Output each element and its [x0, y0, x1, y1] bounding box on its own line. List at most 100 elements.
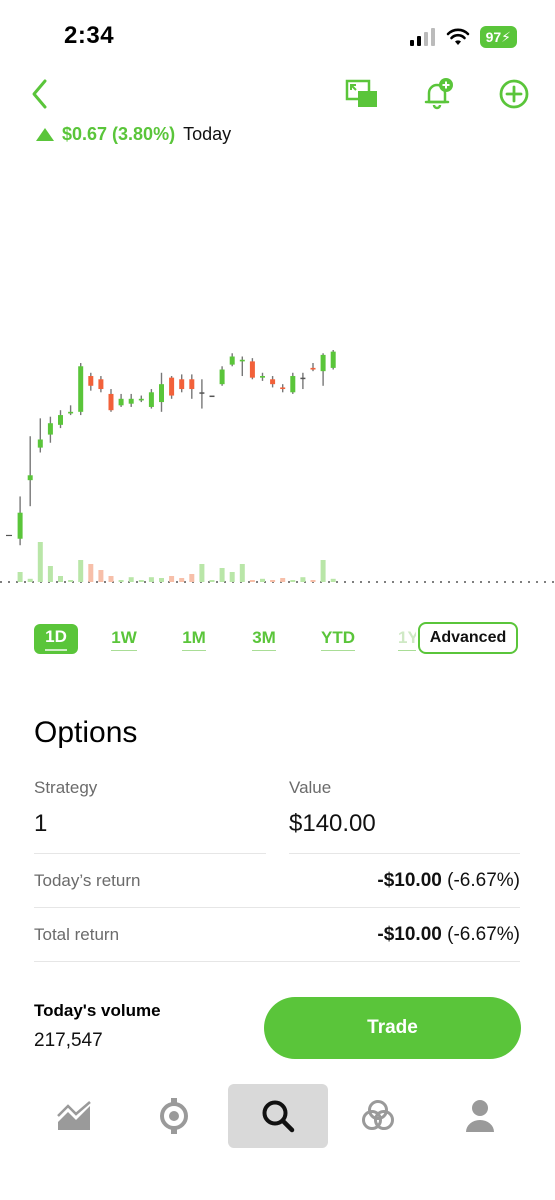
price-change-amount: $0.67 (3.80%) [62, 124, 176, 144]
wifi-icon [446, 28, 469, 45]
nav-bar [0, 72, 555, 122]
range-1y[interactable]: 1Y [398, 624, 416, 654]
volume-bar [249, 580, 255, 582]
up-arrow-icon [36, 128, 54, 141]
candle-body [260, 376, 265, 378]
battery-indicator: 97⚡ [479, 26, 517, 48]
volume-bar [47, 566, 53, 582]
candle-body [17, 512, 23, 539]
range-ytd[interactable]: YTD [314, 624, 362, 654]
candle-body [209, 395, 215, 398]
tab-crypto[interactable] [124, 1084, 224, 1148]
value-value: $140.00 [289, 810, 376, 837]
volume-bar [179, 578, 185, 582]
volume-bar [229, 572, 235, 582]
volume-bar [17, 572, 23, 582]
todays-return-percent: (-6.67%) [447, 869, 520, 891]
candle-body [138, 398, 144, 401]
volume-bar [98, 570, 104, 582]
volume-bar [320, 560, 326, 582]
strategy-label: Strategy [34, 778, 98, 797]
candle-body [128, 398, 134, 404]
back-button[interactable] [18, 72, 62, 116]
bell-add-icon [424, 78, 453, 110]
plus-circle-icon [499, 79, 529, 109]
trade-button[interactable]: Trade [264, 997, 521, 1059]
range-1m[interactable]: 1M [174, 624, 214, 654]
tab-account[interactable] [430, 1084, 530, 1148]
lists-icon [362, 1100, 394, 1130]
pip-icon [345, 79, 377, 107]
candle-body [169, 377, 175, 396]
volume-bar [138, 580, 144, 582]
tab-lists[interactable] [328, 1084, 428, 1148]
candle-body [37, 439, 43, 448]
cellular-signal-icon [409, 28, 435, 46]
volume-bar [280, 578, 286, 582]
volume-bar [219, 568, 225, 582]
candle-body [199, 392, 205, 394]
strategy-value: 1 [34, 810, 48, 837]
candle-body [189, 379, 195, 390]
volume-bar [270, 580, 276, 582]
total-return-amount: -$10.00 [377, 923, 442, 945]
tab-investing[interactable] [24, 1084, 124, 1148]
candle-body [280, 387, 286, 390]
volume-value: 217,547 [34, 1030, 103, 1051]
volume-bar [159, 578, 164, 582]
investing-icon [57, 1101, 91, 1130]
candle-body [108, 393, 114, 411]
candle-body [229, 356, 235, 365]
volume-bar [27, 578, 33, 582]
volume-bar [290, 580, 296, 582]
volume-bar [330, 578, 336, 582]
add-to-list-button[interactable] [492, 72, 536, 116]
pip-button[interactable] [340, 72, 384, 116]
candle-body [320, 354, 326, 372]
candle-body [68, 411, 74, 414]
candle-body [249, 361, 255, 378]
candle-body [219, 369, 225, 385]
options-title: Options [34, 716, 138, 749]
volume-bar [118, 580, 124, 582]
value-label: Value [289, 778, 332, 797]
charging-bolt-icon: ⚡ [501, 29, 511, 45]
candle-body [330, 351, 336, 368]
candle-body [239, 359, 245, 362]
range-1w[interactable]: 1W [104, 624, 144, 654]
candle-body [179, 379, 185, 390]
volume-bar [260, 578, 265, 582]
volume-bar [310, 580, 316, 582]
total-return-label: Total return [34, 924, 120, 944]
status-bar: 2:34 97⚡ [0, 0, 555, 70]
candle-body [159, 384, 164, 403]
volume-label: Today's volume [34, 1001, 161, 1020]
volume-bar [199, 564, 205, 582]
candlestick-chart[interactable] [0, 340, 555, 590]
volume-bar [37, 542, 43, 582]
chevron-left-icon [32, 79, 47, 109]
tab-search[interactable] [228, 1084, 328, 1148]
add-alert-button[interactable] [416, 72, 460, 116]
advanced-chart-button[interactable]: Advanced [418, 622, 518, 654]
candle-body [118, 398, 124, 406]
battery-level: 97 [485, 29, 502, 45]
volume-bar [209, 580, 215, 582]
candle-body [78, 366, 84, 412]
candle-body [27, 475, 33, 481]
todays-return-amount: -$10.00 [377, 869, 442, 891]
volume-bar [78, 560, 84, 582]
volume-bar [169, 576, 175, 582]
volume-bar [128, 577, 134, 582]
volume-bar [58, 576, 63, 582]
volume-bar [68, 580, 74, 582]
volume-bar [108, 576, 114, 582]
candle-body [300, 377, 306, 380]
total-return-value: -$10.00 (-6.67%) [377, 924, 520, 946]
range-3m[interactable]: 3M [244, 624, 284, 654]
candle-body [270, 379, 276, 385]
range-1d[interactable]: 1D [34, 624, 78, 654]
candle-body [310, 367, 316, 370]
account-icon [466, 1100, 494, 1132]
total-return-percent: (-6.67%) [447, 923, 520, 945]
